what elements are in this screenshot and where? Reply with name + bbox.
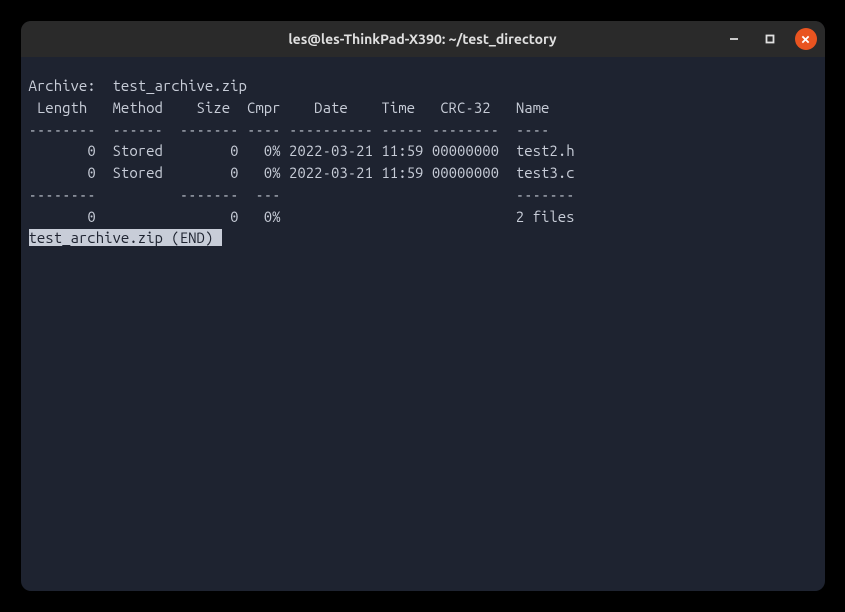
cursor (213, 229, 221, 246)
pager-end-marker: test_archive.zip (END) (29, 229, 214, 246)
separator-row-2: -------- ------- --- ------- (29, 186, 575, 203)
totals-row: 0 0 0% 2 files (29, 208, 575, 225)
maximize-button[interactable] (759, 28, 781, 50)
terminal-output[interactable]: Archive: test_archive.zip Length Method … (21, 57, 825, 591)
header-row: Length Method Size Cmpr Date Time CRC-32… (29, 99, 550, 116)
titlebar: les@les-ThinkPad-X390: ~/test_directory (21, 21, 825, 57)
archive-line: Archive: test_archive.zip (29, 77, 247, 94)
minimize-button[interactable] (723, 28, 745, 50)
window-controls (723, 28, 817, 50)
minimize-icon (729, 34, 739, 44)
window-title: les@les-ThinkPad-X390: ~/test_directory (288, 31, 556, 47)
maximize-icon (765, 34, 775, 44)
close-button[interactable] (795, 28, 817, 50)
table-row: 0 Stored 0 0% 2022-03-21 11:59 00000000 … (29, 142, 575, 159)
separator-row: -------- ------ ------- ---- ---------- … (29, 121, 550, 138)
close-icon (801, 35, 810, 44)
terminal-window: les@les-ThinkPad-X390: ~/test_directory … (21, 21, 825, 591)
table-row: 0 Stored 0 0% 2022-03-21 11:59 00000000 … (29, 164, 575, 181)
